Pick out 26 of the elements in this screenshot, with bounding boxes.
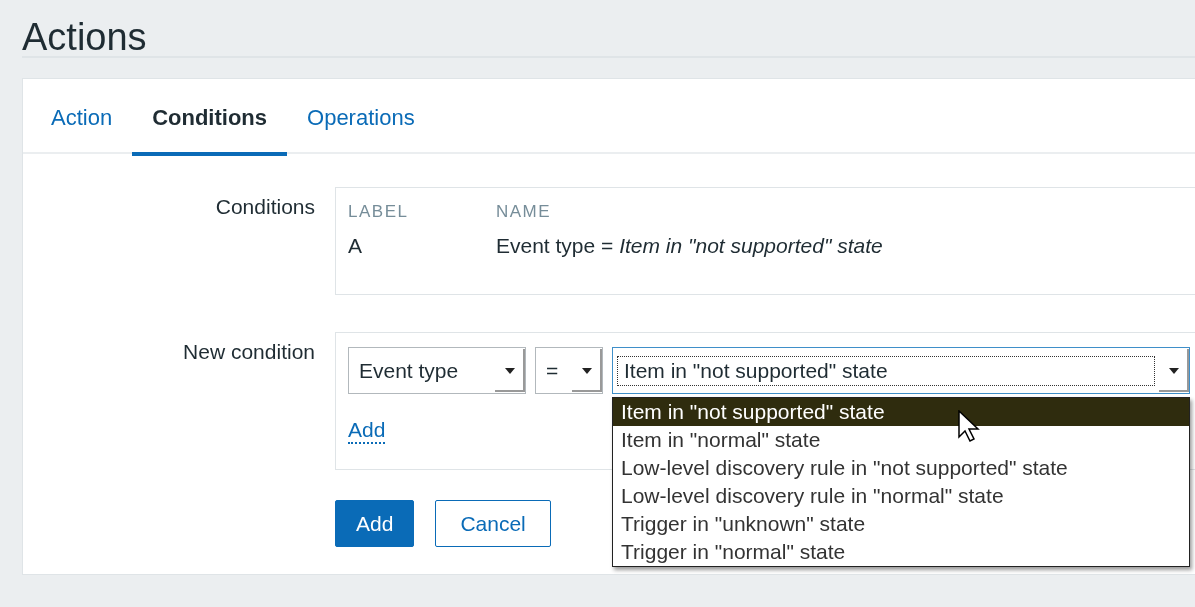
dropdown-select[interactable]: = [535, 347, 603, 394]
column-header: NAME [496, 202, 553, 222]
dropdown-option[interactable]: Low-level discovery rule in "normal" state [613, 482, 1189, 510]
add-button[interactable]: Add [335, 500, 415, 547]
caret-icon [1169, 367, 1179, 374]
add-link[interactable]: Add [348, 418, 386, 444]
page-title: Actions [21, 15, 148, 56]
dropdown-option[interactable]: Item in "normal" state [613, 426, 1189, 454]
dropdown-option[interactable]: Trigger in "unknown" state [613, 510, 1189, 538]
field-label: New condition [182, 339, 315, 365]
mouse-pointer-icon [958, 410, 980, 442]
dropdown-select[interactable]: Item in "not supported" state [612, 347, 1190, 394]
table-cell-text: A [348, 234, 363, 258]
tab[interactable]: Conditions [132, 79, 288, 156]
dropdown-option[interactable]: Low-level discovery rule in "not supported" state [613, 454, 1189, 482]
table-cell-text: Event type = Item in "not supported" state [496, 234, 884, 258]
dropdown-select[interactable]: Event type [348, 347, 526, 394]
cancel-button[interactable]: Cancel [435, 500, 551, 547]
caret-icon [505, 367, 515, 374]
caret-icon [582, 367, 592, 374]
tab[interactable]: Operations [287, 79, 435, 156]
dropdown-option[interactable]: Item in "not supported" state [613, 398, 1189, 426]
dropdown-option[interactable]: Trigger in "normal" state [613, 538, 1189, 566]
tab[interactable]: Action [31, 79, 133, 156]
column-header: LABEL [348, 202, 410, 222]
field-label: Conditions [214, 194, 315, 220]
